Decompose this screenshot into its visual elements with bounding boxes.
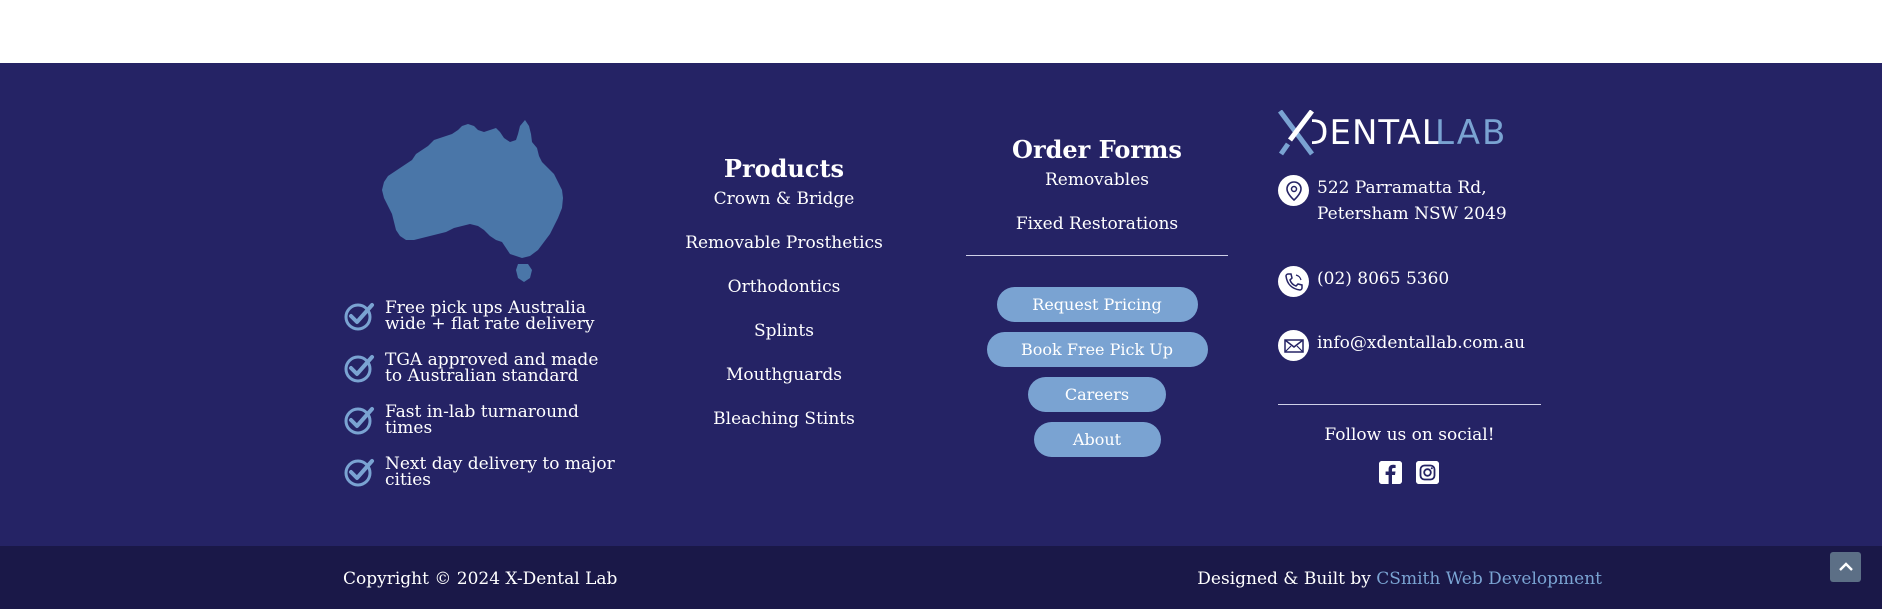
contact-address: 522 Parramatta Rd, Petersham NSW 2049 [1278, 175, 1507, 227]
copyright-text: Copyright © 2024 X-Dental Lab [343, 569, 618, 589]
order-form-link-fixed-restorations[interactable]: Fixed Restorations [966, 211, 1228, 255]
site-footer [0, 63, 1882, 546]
australia-map-icon [382, 120, 563, 282]
product-link-mouthguards[interactable]: Mouthguards [664, 362, 904, 406]
check-circle-icon [344, 303, 374, 331]
email-address[interactable]: info@xdentallab.com.au [1317, 330, 1525, 356]
order-forms-heading: Order Forms [1012, 135, 1182, 164]
chevron-up-icon [1838, 562, 1853, 571]
check-circle-icon [344, 407, 374, 435]
about-button[interactable]: About [1033, 422, 1161, 457]
feature-text: Free pick ups Australia wide + flat rate … [385, 298, 595, 334]
address-line1: 522 Parramatta Rd, [1317, 178, 1487, 198]
address-line2: Petersham NSW 2049 [1317, 204, 1507, 224]
credits-prefix: Designed & Built by [1197, 569, 1377, 589]
phone-number[interactable]: (02) 8065 5360 [1317, 266, 1449, 292]
request-pricing-button[interactable]: Request Pricing [996, 287, 1198, 322]
page-content-blank [0, 0, 1882, 63]
feature-text: TGA approved and made to Australian stand… [385, 350, 599, 386]
feature-item: TGA approved and made to Australian stand… [343, 350, 623, 386]
location-pin-icon [1278, 175, 1309, 206]
feature-text: Next day delivery to major cities [385, 454, 615, 490]
product-link-removable-prosthetics[interactable]: Removable Prosthetics [664, 230, 904, 274]
order-forms-column: Order Forms Removables Fixed Restoration… [966, 133, 1228, 457]
credits-link[interactable]: CSmith Web Development [1376, 569, 1602, 589]
xdental-lab-logo[interactable]: XDENTAL LAB [1278, 110, 1541, 156]
product-link-orthodontics[interactable]: Orthodontics [664, 274, 904, 318]
contact-email[interactable]: info@xdentallab.com.au [1278, 330, 1525, 361]
product-link-splints[interactable]: Splints [664, 318, 904, 362]
check-circle-icon [344, 355, 374, 383]
phone-icon [1278, 266, 1309, 297]
feature-item: Free pick ups Australia wide + flat rate … [343, 298, 623, 334]
products-column: Products Crown & Bridge Removable Prosth… [664, 152, 904, 450]
order-forms-divider [966, 255, 1228, 256]
product-link-crown-bridge[interactable]: Crown & Bridge [664, 186, 904, 230]
feature-text: Fast in-lab turnaround times [385, 402, 579, 438]
instagram-icon[interactable] [1416, 461, 1439, 484]
scroll-to-top-button[interactable] [1830, 552, 1861, 582]
order-form-link-removables[interactable]: Removables [966, 167, 1228, 211]
envelope-icon [1278, 330, 1309, 361]
logo-text-lab: LAB [1435, 113, 1508, 153]
facebook-icon[interactable] [1379, 461, 1402, 484]
check-circle-icon [344, 459, 374, 487]
features-list: Free pick ups Australia wide + flat rate … [343, 300, 623, 508]
careers-button[interactable]: Careers [1028, 377, 1166, 412]
feature-item: Next day delivery to major cities [343, 454, 623, 490]
products-heading: Products [723, 154, 845, 183]
follow-us-heading: Follow us on social! [1324, 425, 1495, 445]
credits-text: Designed & Built by CSmith Web Developme… [1197, 568, 1602, 590]
contact-phone[interactable]: (02) 8065 5360 [1278, 266, 1449, 297]
feature-item: Fast in-lab turnaround times [343, 402, 623, 438]
contact-divider [1278, 404, 1541, 405]
product-link-bleaching-stints[interactable]: Bleaching Stints [664, 406, 904, 450]
book-free-pick-up-button[interactable]: Book Free Pick Up [986, 332, 1208, 367]
